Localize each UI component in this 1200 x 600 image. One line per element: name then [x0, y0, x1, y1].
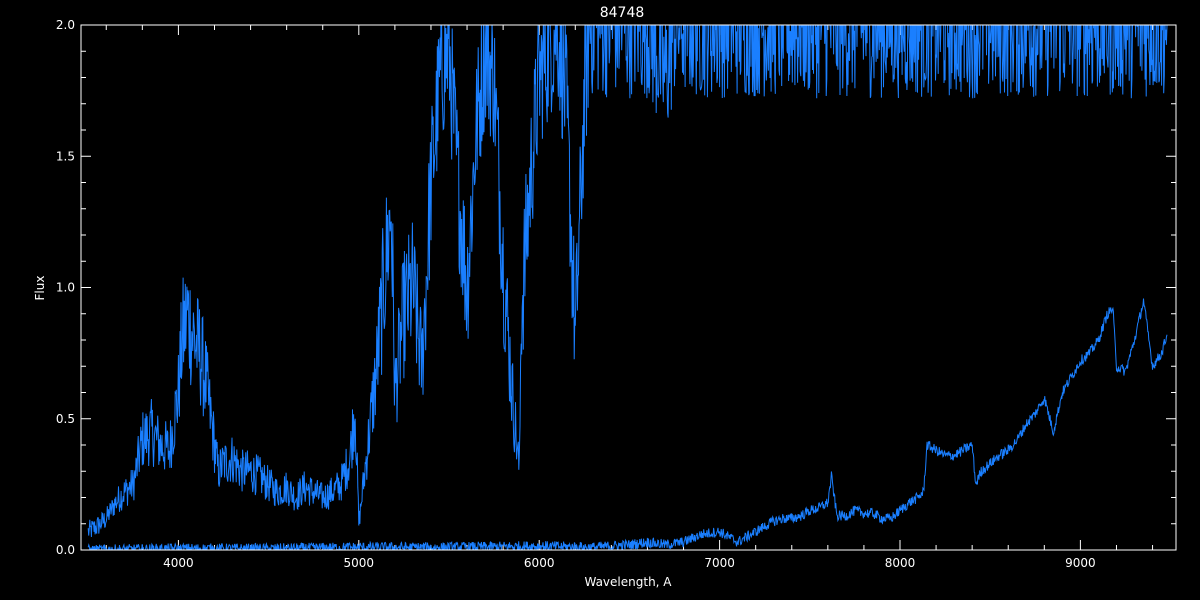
- y-tick-label: 0.0: [56, 543, 75, 557]
- x-tick-label: 6000: [524, 556, 555, 570]
- x-tick-label: 4000: [163, 556, 194, 570]
- y-tick-label: 0.5: [56, 412, 75, 426]
- x-tick-label: 7000: [704, 556, 735, 570]
- spectrum-chart: 84748 4000 5000 6000 7000 8000 9000 0.0 0.5 1.0 1…: [0, 0, 1200, 600]
- x-tick-label: 8000: [885, 556, 916, 570]
- y-tick-label: 2.0: [56, 18, 75, 32]
- x-tick-label: 9000: [1065, 556, 1096, 570]
- chart-background: [0, 0, 1200, 600]
- y-tick-label: 1.0: [56, 281, 75, 295]
- y-axis-title: Flux: [33, 276, 47, 301]
- x-tick-label: 5000: [344, 556, 375, 570]
- chart-title: 84748: [600, 5, 645, 21]
- x-axis-title: Wavelength, A: [584, 575, 672, 589]
- y-tick-label: 1.5: [56, 149, 75, 163]
